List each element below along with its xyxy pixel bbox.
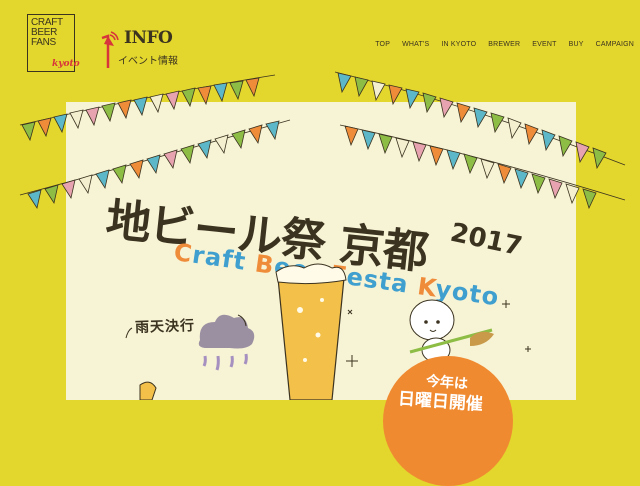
rain-notice: 雨天決行 [134, 316, 196, 336]
rain-cloud-icon [198, 314, 255, 371]
poster-illustration [125, 263, 531, 400]
mascot-illustration [409, 299, 494, 363]
beer-glass-icon [275, 263, 347, 400]
